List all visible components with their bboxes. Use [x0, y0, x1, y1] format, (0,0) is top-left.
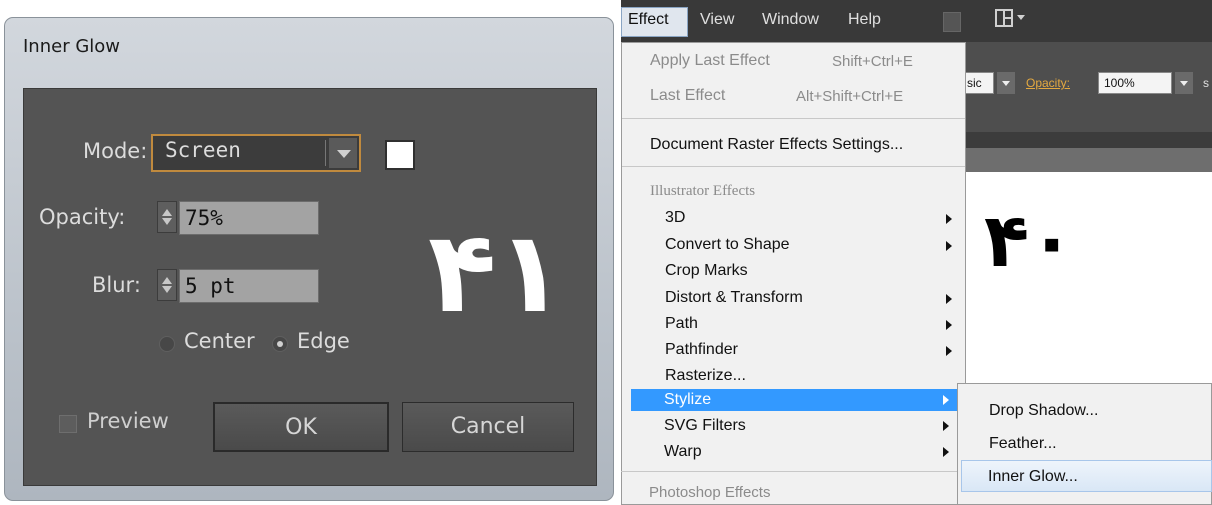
menu-item-document-raster-effects[interactable]: Document Raster Effects Settings...	[650, 136, 903, 154]
mode-select-divider	[325, 140, 326, 166]
menu-separator	[622, 166, 965, 167]
dialog-body: Mode: Screen Opacity: 75% Blur: 5 pt Cen…	[23, 88, 597, 486]
shortcut-apply-last-effect: Shift+Ctrl+E	[832, 53, 913, 70]
blur-input[interactable]: 5 pt	[179, 269, 319, 303]
annotation-number: ۴۱	[428, 208, 565, 338]
cancel-button[interactable]: Cancel	[402, 402, 574, 452]
opacity-label: Opacity:	[39, 205, 126, 229]
menu-bar: Effect View Window Help	[621, 0, 1212, 42]
menu-view[interactable]: View	[700, 11, 734, 29]
submenu-arrow-icon	[943, 395, 949, 405]
menu-separator	[622, 118, 965, 119]
menu-help[interactable]: Help	[848, 11, 881, 29]
mode-select[interactable]: Screen	[151, 134, 361, 172]
menu-item-inner-glow[interactable]: Inner Glow...	[988, 468, 1078, 486]
opacity-field-toggle[interactable]	[1175, 72, 1193, 94]
control-bar-trailing: s	[1203, 76, 1209, 90]
ok-button[interactable]: OK	[213, 402, 389, 452]
mode-select-toggle[interactable]	[329, 138, 357, 168]
chevron-down-icon	[1002, 81, 1010, 86]
menu-item-3d[interactable]: 3D	[665, 209, 685, 227]
chevron-down-icon[interactable]	[1017, 15, 1025, 20]
menu-item-warp[interactable]: Warp	[664, 443, 702, 461]
stepper-up-icon[interactable]	[162, 277, 172, 284]
chevron-down-icon	[337, 150, 351, 158]
center-radio[interactable]	[159, 336, 175, 352]
effect-menu: Apply Last Effect Shift+Ctrl+E Last Effe…	[621, 42, 966, 505]
menu-item-feather[interactable]: Feather...	[989, 435, 1057, 453]
edge-radio[interactable]	[272, 336, 288, 352]
menu-item-convert-to-shape[interactable]: Convert to Shape	[665, 236, 790, 254]
opacity-link[interactable]: Opacity:	[1026, 76, 1070, 90]
style-select-toggle[interactable]	[997, 72, 1015, 94]
glow-color-swatch[interactable]	[385, 140, 415, 170]
edge-radio-label[interactable]: Edge	[297, 329, 350, 353]
blur-label: Blur:	[92, 273, 141, 297]
section-illustrator-effects: Illustrator Effects	[650, 183, 756, 199]
submenu-arrow-icon	[943, 421, 949, 431]
preview-label[interactable]: Preview	[87, 409, 169, 433]
arrange-documents-icon[interactable]	[995, 9, 1013, 27]
preview-checkbox[interactable]	[59, 415, 77, 433]
chevron-down-icon	[1180, 81, 1188, 86]
style-select[interactable]: sic	[964, 72, 994, 94]
section-photoshop-effects: Photoshop Effects	[649, 484, 771, 501]
stepper-up-icon[interactable]	[162, 209, 172, 216]
submenu-arrow-icon	[943, 447, 949, 457]
submenu-arrow-icon	[946, 241, 952, 251]
menu-item-pathfinder[interactable]: Pathfinder	[665, 341, 738, 359]
center-radio-label[interactable]: Center	[184, 329, 255, 353]
style-select-value: sic	[967, 76, 982, 90]
canvas-annotation-number: ۴۰	[984, 198, 1075, 284]
shortcut-last-effect: Alt+Shift+Ctrl+E	[796, 88, 904, 105]
menu-item-apply-last-effect[interactable]: Apply Last Effect	[650, 52, 770, 70]
menu-item-crop-marks[interactable]: Crop Marks	[665, 262, 748, 280]
opacity-field[interactable]: 100%	[1098, 72, 1172, 94]
menu-item-rasterize[interactable]: Rasterize...	[665, 367, 746, 385]
opacity-field-value: 100%	[1104, 76, 1135, 90]
submenu-arrow-icon	[946, 320, 952, 330]
menu-item-distort-transform[interactable]: Distort & Transform	[665, 289, 803, 307]
stepper-down-icon[interactable]	[162, 286, 172, 293]
menu-item-last-effect[interactable]: Last Effect	[650, 87, 725, 105]
stepper-down-icon[interactable]	[162, 218, 172, 225]
menu-item-path[interactable]: Path	[665, 315, 698, 333]
menu-item-stylize[interactable]: Stylize	[664, 391, 711, 409]
submenu-arrow-icon	[946, 346, 952, 356]
menu-effect[interactable]: Effect	[628, 11, 669, 29]
menu-separator	[621, 471, 957, 472]
menu-item-drop-shadow[interactable]: Drop Shadow...	[989, 402, 1098, 420]
submenu-arrow-icon	[946, 214, 952, 224]
menu-window[interactable]: Window	[762, 11, 819, 29]
bridge-icon[interactable]	[943, 12, 961, 32]
dialog-title: Inner Glow	[23, 36, 121, 57]
blur-stepper[interactable]	[157, 269, 177, 301]
mode-select-value: Screen	[165, 138, 241, 162]
opacity-input[interactable]: 75%	[179, 201, 319, 235]
submenu-arrow-icon	[946, 294, 952, 304]
mode-label: Mode:	[83, 139, 148, 163]
opacity-stepper[interactable]	[157, 201, 177, 233]
inner-glow-dialog: Inner Glow Mode: Screen Opacity: 75% Blu…	[4, 17, 614, 501]
menu-item-svg-filters[interactable]: SVG Filters	[664, 417, 746, 435]
